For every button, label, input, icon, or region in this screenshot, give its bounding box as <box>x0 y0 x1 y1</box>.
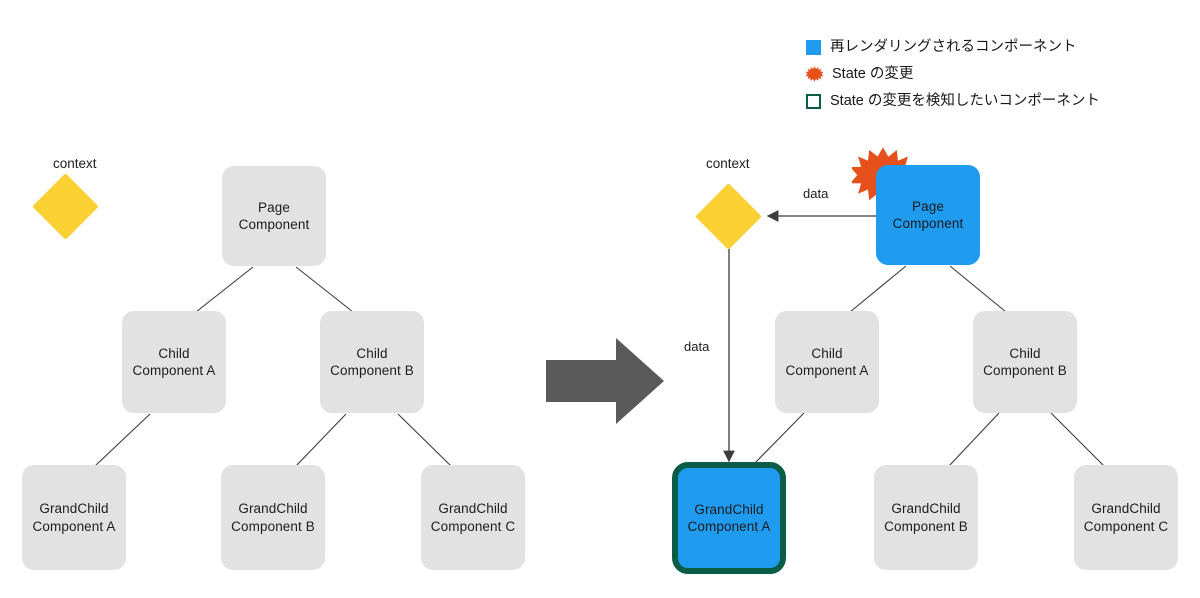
node-grandchild-component-c-left[interactable]: GrandChild Component C <box>421 465 525 570</box>
node-child-component-b-right[interactable]: Child Component B <box>973 311 1077 413</box>
node-child-component-a-right[interactable]: Child Component A <box>775 311 879 413</box>
starburst-icon <box>806 65 823 82</box>
transition-arrow-icon <box>546 338 664 424</box>
legend-item-rerendered: 再レンダリングされるコンポーネント <box>806 36 1100 58</box>
legend: 再レンダリングされるコンポーネント State の変更 State の変更を検知… <box>806 36 1100 112</box>
legend-label-state-change: State の変更 <box>832 65 914 82</box>
outlined-square-icon <box>806 93 821 109</box>
context-label-left: context <box>53 156 97 171</box>
legend-label-rerendered: 再レンダリングされるコンポーネント <box>830 38 1077 55</box>
context-diamond-right <box>695 183 762 250</box>
filled-square-icon <box>806 39 821 55</box>
node-grandchild-component-b-right[interactable]: GrandChild Component B <box>874 465 978 570</box>
legend-item-state-change: State の変更 <box>806 63 1100 85</box>
node-grandchild-component-b-left[interactable]: GrandChild Component B <box>221 465 325 570</box>
data-label-top: data <box>803 186 829 201</box>
context-diamond-left <box>32 173 99 240</box>
node-grandchild-component-a-right[interactable]: GrandChild Component A <box>672 462 786 574</box>
node-page-component-left[interactable]: Page Component <box>222 166 326 266</box>
node-grandchild-component-a-left[interactable]: GrandChild Component A <box>22 465 126 570</box>
diagram-canvas: context Page Component Child Component A… <box>0 0 1200 598</box>
node-child-component-a-left[interactable]: Child Component A <box>122 311 226 413</box>
data-label-side: data <box>684 339 710 354</box>
node-child-component-b-left[interactable]: Child Component B <box>320 311 424 413</box>
node-page-component-right[interactable]: Page Component <box>876 165 980 265</box>
legend-label-detect-state-change: State の変更を検知したいコンポーネント <box>830 92 1100 109</box>
context-label-right: context <box>706 156 750 171</box>
node-grandchild-component-c-right[interactable]: GrandChild Component C <box>1074 465 1178 570</box>
legend-item-detect-state-change: State の変更を検知したいコンポーネント <box>806 90 1100 112</box>
